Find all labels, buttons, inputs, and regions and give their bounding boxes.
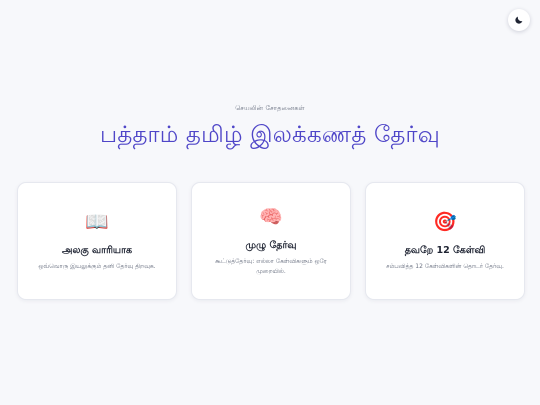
theme-toggle-button[interactable] <box>508 9 530 31</box>
mode-cards: 📖 அலகு வாரியாக ஒவ்வொரு இயலுக்கும் தனி தே… <box>17 182 525 300</box>
moon-icon <box>515 16 523 24</box>
book-icon: 📖 <box>85 210 109 233</box>
page-subtitle: செயலின் சோதனைகள் <box>235 104 305 112</box>
card-wrong-questions[interactable]: 🎯 தவறே 12 கேள்வி சம்பவித்த 12 கேள்விகளின… <box>365 182 525 300</box>
card-unit-wise[interactable]: 📖 அலகு வாரியாக ஒவ்வொரு இயலுக்கும் தனி தே… <box>17 182 177 300</box>
card-title: முழு தேர்வு <box>245 239 297 251</box>
card-description: கூட்டுத்தேர்வு: எல்லா கேள்விகளும் ஒரே மு… <box>215 257 327 275</box>
card-full-test[interactable]: 🧠 முழு தேர்வு கூட்டுத்தேர்வு: எல்லா கேள்… <box>191 182 351 300</box>
page-title: பத்தாம் தமிழ் இலக்கணத் தேர்வு <box>100 122 440 148</box>
card-description: ஒவ்வொரு இயலுக்கும் தனி தேர்வு திறவுக. <box>38 262 156 270</box>
target-icon: 🎯 <box>433 210 457 233</box>
brain-icon: 🧠 <box>259 205 283 228</box>
card-title: அலகு வாரியாக <box>61 244 133 256</box>
card-description: சம்பவித்த 12 கேள்விகளின் தொடர் தேர்வு. <box>386 262 504 270</box>
hero: செயலின் சோதனைகள் பத்தாம் தமிழ் இலக்கணத் … <box>0 104 540 151</box>
card-title: தவறே 12 கேள்வி <box>404 244 486 256</box>
